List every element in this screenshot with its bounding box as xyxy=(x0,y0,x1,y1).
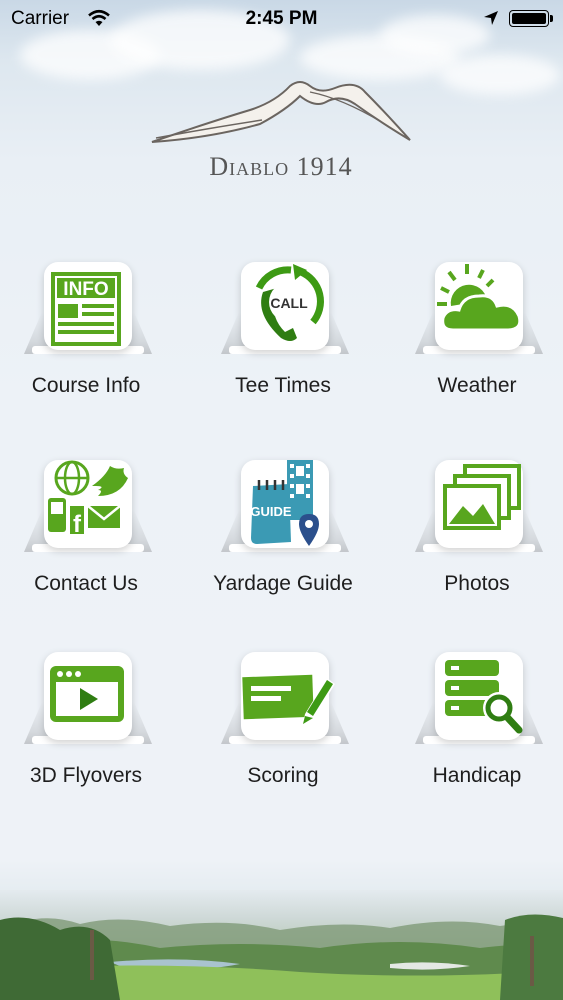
sun-cloud-icon xyxy=(437,264,522,332)
course-info-tile[interactable]: INFO Course Info xyxy=(0,262,176,432)
scoring-tile[interactable]: Scoring xyxy=(193,652,373,822)
3d-flyovers-label: 3D Flyovers xyxy=(29,764,143,787)
golf-course-background xyxy=(0,890,563,1000)
svg-text:INFO: INFO xyxy=(63,279,108,300)
handicap-label: Handicap xyxy=(432,764,522,787)
handicap-search-icon xyxy=(445,660,523,734)
photos-icon xyxy=(443,464,521,530)
yardage-guide-tile[interactable]: GUIDE Yardage Guide xyxy=(193,460,373,630)
video-player-icon xyxy=(50,666,124,722)
scorecard-pencil-icon xyxy=(242,674,335,724)
svg-text:GUIDE: GUIDE xyxy=(250,504,292,519)
status-bar: Carrier 2:45 PM xyxy=(0,0,563,38)
location-arrow-icon xyxy=(484,11,498,25)
guide-map-icon: GUIDE xyxy=(250,460,319,546)
photos-tile[interactable]: Photos xyxy=(387,460,563,630)
call-phone-icon: CALL xyxy=(255,264,324,341)
battery-icon xyxy=(509,10,549,27)
3d-flyovers-tile[interactable]: 3D Flyovers xyxy=(0,652,176,822)
svg-text:f: f xyxy=(73,511,82,538)
yardage-guide-label: Yardage Guide xyxy=(213,572,353,595)
svg-text:CALL: CALL xyxy=(270,295,308,311)
logo-text: Diablo 1914 xyxy=(209,152,353,181)
photos-label: Photos xyxy=(444,572,510,595)
clock-time: 2:45 PM xyxy=(245,8,318,29)
course-info-label: Course Info xyxy=(31,374,141,397)
weather-tile[interactable]: Weather xyxy=(387,262,563,432)
battery-tip xyxy=(550,15,553,22)
handicap-tile[interactable]: Handicap xyxy=(387,652,563,822)
contact-us-label: Contact Us xyxy=(34,572,138,595)
contact-social-icon: f xyxy=(48,460,128,538)
weather-label: Weather xyxy=(437,374,517,397)
scoring-label: Scoring xyxy=(247,764,319,787)
tee-times-tile[interactable]: CALL Tee Times xyxy=(193,262,373,432)
info-newspaper-icon: INFO xyxy=(51,272,121,346)
contact-us-tile[interactable]: f Contact Us xyxy=(0,460,176,630)
tee-times-label: Tee Times xyxy=(235,374,331,397)
